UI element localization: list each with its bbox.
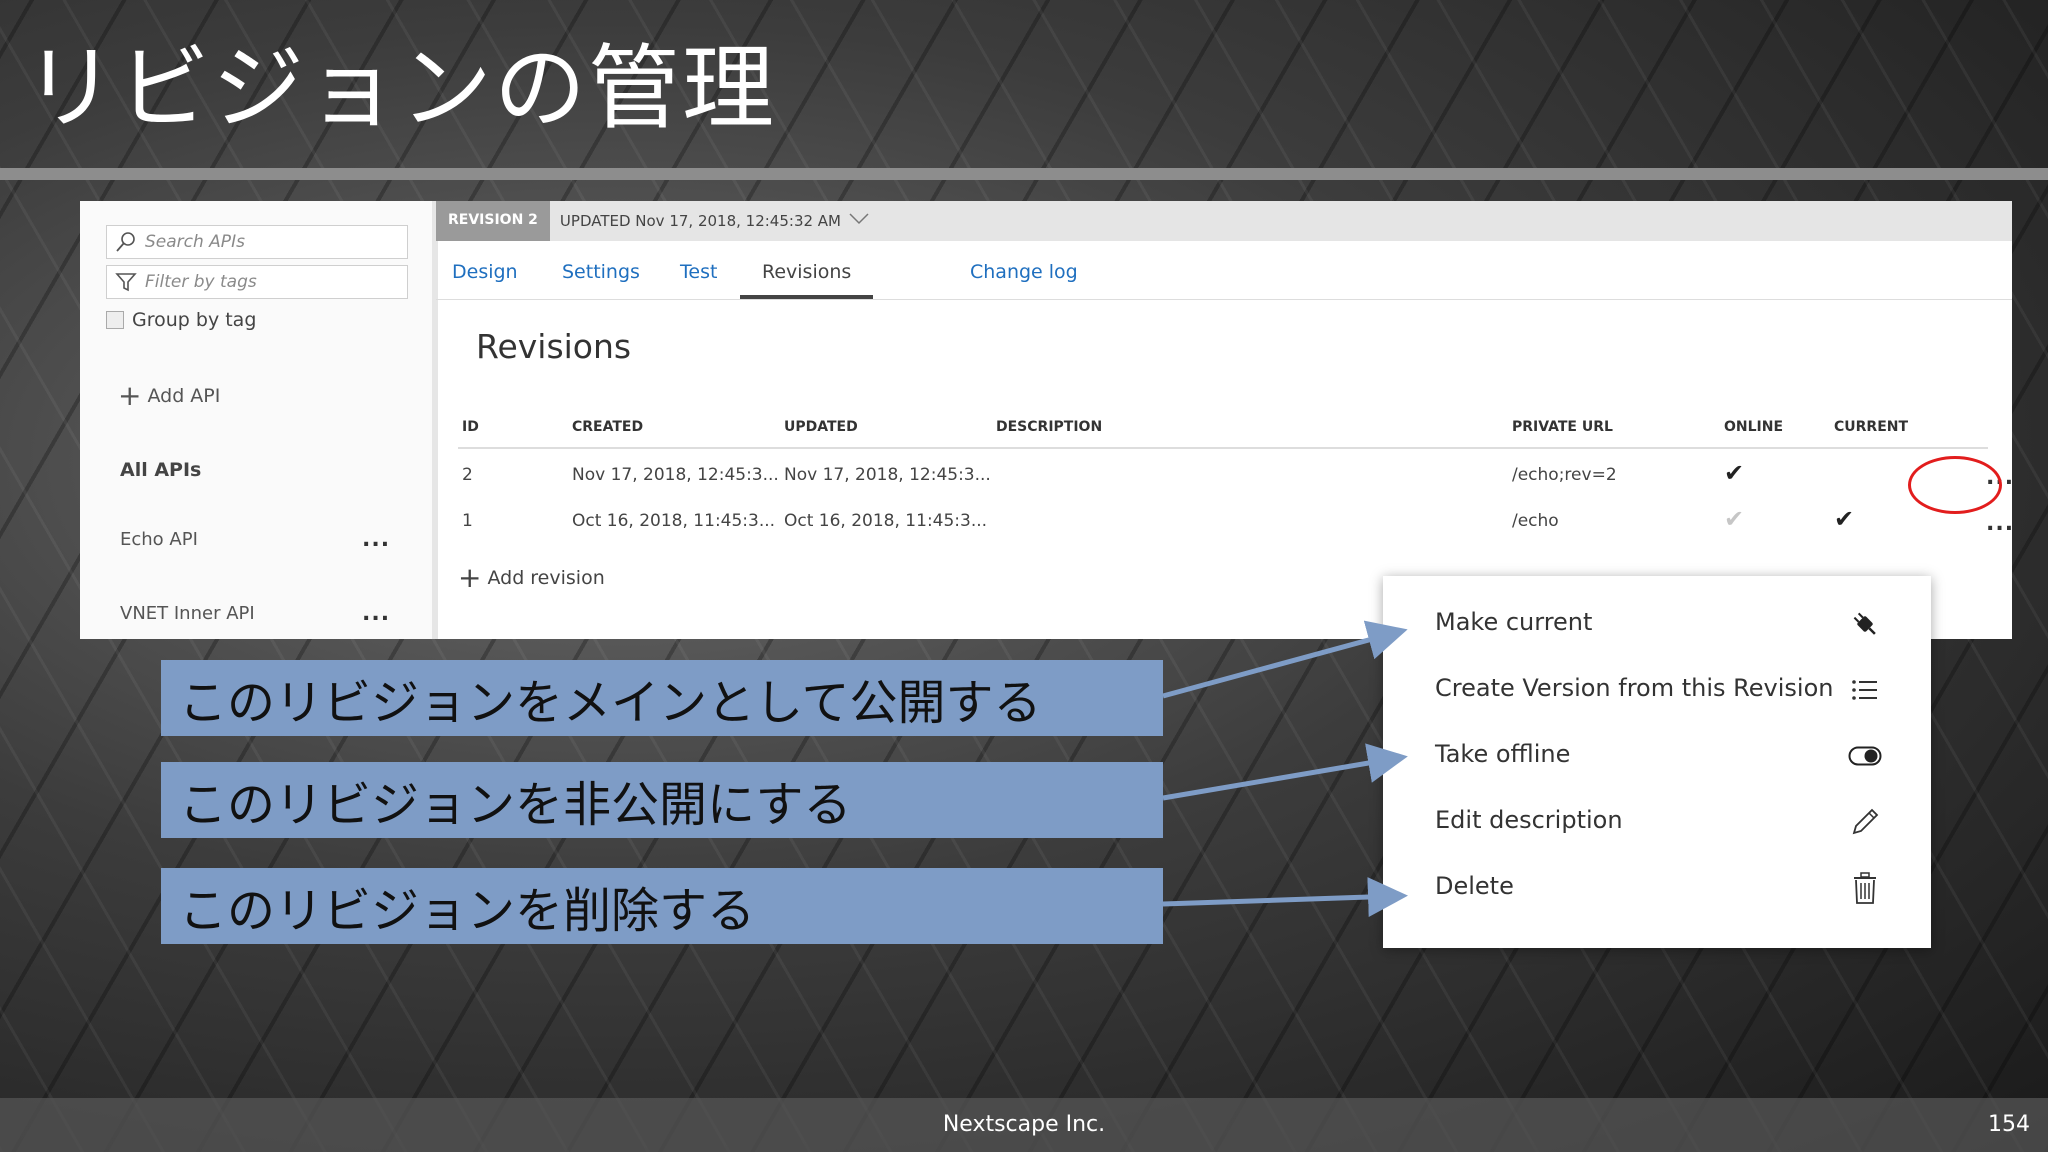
- menu-item-label: Take offline: [1435, 740, 1571, 768]
- row-2-id: 2: [462, 465, 473, 485]
- column-header-id: ID: [462, 419, 479, 435]
- column-header-online: ONLINE: [1724, 419, 1784, 435]
- column-header-current: CURRENT: [1834, 419, 1909, 435]
- footer-company: Nextscape Inc.: [942, 1112, 1106, 1137]
- menu-item-take-offline[interactable]: Take offline: [1383, 722, 1931, 788]
- api-sidebar: Search APIs Filter by tags Group by tag …: [80, 201, 438, 639]
- tab-design[interactable]: Design: [452, 251, 518, 293]
- row-1-more-button[interactable]: ...: [1986, 511, 2012, 536]
- main-panel: REVISION 2 UPDATED Nov 17, 2018, 12:45:3…: [436, 201, 2012, 639]
- chevron-down-icon[interactable]: [849, 213, 869, 229]
- tab-test[interactable]: Test: [680, 251, 717, 293]
- all-apis-heading[interactable]: All APIs: [120, 459, 201, 481]
- filter-icon: [115, 271, 141, 293]
- revision-context-menu: Make current Create Version from this Re…: [1383, 576, 1931, 948]
- filter-tags-placeholder: Filter by tags: [145, 272, 257, 292]
- revision-badge: REVISION 2: [436, 201, 550, 241]
- tab-settings[interactable]: Settings: [562, 251, 640, 293]
- tab-bar: Design Settings Test Revisions Change lo…: [436, 251, 2012, 300]
- tab-change-log[interactable]: Change log: [970, 251, 1078, 293]
- slide-footer: Nextscape Inc. 154: [0, 1098, 2048, 1152]
- pencil-icon: [1847, 804, 1883, 840]
- title-divider: [0, 168, 2048, 180]
- echo-api-more-button[interactable]: ...: [362, 527, 390, 552]
- checkbox-box[interactable]: [106, 311, 124, 329]
- plus-icon: +: [458, 561, 482, 594]
- row-2-online-check-icon: ✔: [1724, 459, 1745, 487]
- trash-icon: [1847, 870, 1883, 906]
- table-divider: [458, 447, 1988, 449]
- search-apis-placeholder: Search APIs: [145, 232, 245, 252]
- menu-item-label: Make current: [1435, 608, 1593, 636]
- group-by-tag-label: Group by tag: [132, 309, 257, 331]
- callout-make-current: このリビジョンをメインとして公開する: [161, 660, 1163, 736]
- page-number: 154: [1988, 1112, 2030, 1137]
- menu-item-edit-description[interactable]: Edit description: [1383, 788, 1931, 854]
- column-header-created: CREATED: [572, 419, 644, 435]
- callout-delete: このリビジョンを削除する: [161, 868, 1163, 944]
- arrow-to-make-current: [1162, 620, 1408, 699]
- plus-icon: +: [118, 379, 142, 412]
- row-1-updated: Oct 16, 2018, 11:45:3...: [784, 511, 988, 531]
- menu-item-label: Delete: [1435, 872, 1514, 900]
- callout-text: このリビジョンを非公開にする: [179, 777, 852, 833]
- row-2-private-url: /echo;rev=2: [1512, 465, 1617, 485]
- menu-item-label: Edit description: [1435, 806, 1623, 834]
- callout-take-offline: このリビジョンを非公開にする: [161, 762, 1163, 838]
- add-api-label: Add API: [147, 384, 221, 407]
- search-apis-input[interactable]: Search APIs: [106, 225, 408, 259]
- vnet-api-more-button[interactable]: ...: [362, 601, 390, 626]
- column-header-updated: UPDATED: [784, 419, 858, 435]
- column-header-description: DESCRIPTION: [996, 419, 1103, 435]
- add-api-button[interactable]: + Add API: [118, 379, 220, 412]
- row-1-online-check-icon: ✔: [1724, 505, 1745, 533]
- filter-tags-input[interactable]: Filter by tags: [106, 265, 408, 299]
- plug-icon: [1847, 606, 1883, 642]
- menu-item-label: Create Version from this Revision: [1435, 674, 1834, 702]
- column-header-private-url: PRIVATE URL: [1512, 419, 1613, 435]
- add-revision-label: Add revision: [487, 566, 605, 589]
- menu-item-create-version[interactable]: Create Version from this Revision: [1383, 656, 1931, 722]
- toggle-icon: [1847, 738, 1883, 774]
- menu-item-make-current[interactable]: Make current: [1383, 590, 1931, 656]
- list-icon: [1847, 672, 1883, 708]
- menu-item-delete[interactable]: Delete: [1383, 854, 1931, 920]
- highlight-circle: [1908, 456, 2002, 514]
- revisions-heading: Revisions: [476, 327, 632, 366]
- sidebar-item-vnet-inner-api[interactable]: VNET Inner API: [120, 603, 255, 624]
- row-1-current-check-icon: ✔: [1834, 505, 1855, 533]
- search-icon: [115, 231, 141, 253]
- arrow-to-delete: [1162, 877, 1408, 918]
- row-2-updated: Nov 17, 2018, 12:45:3...: [784, 465, 991, 485]
- row-1-private-url: /echo: [1512, 511, 1559, 531]
- revision-bar[interactable]: REVISION 2 UPDATED Nov 17, 2018, 12:45:3…: [436, 201, 2012, 241]
- row-2-created: Nov 17, 2018, 12:45:3...: [572, 465, 779, 485]
- slide-title: リビジョンの管理: [24, 35, 777, 142]
- callout-text: このリビジョンを削除する: [179, 883, 756, 939]
- group-by-tag-checkbox[interactable]: Group by tag: [106, 309, 256, 331]
- tab-revisions[interactable]: Revisions: [740, 251, 874, 299]
- arrow-to-take-offline: [1162, 743, 1408, 801]
- add-revision-button[interactable]: + Add revision: [458, 561, 605, 594]
- revision-updated-text: UPDATED Nov 17, 2018, 12:45:32 AM: [559, 212, 842, 230]
- row-1-id: 1: [462, 511, 473, 531]
- row-1-created: Oct 16, 2018, 11:45:3...: [572, 511, 776, 531]
- sidebar-item-echo-api[interactable]: Echo API: [120, 529, 198, 550]
- portal-screenshot: Search APIs Filter by tags Group by tag …: [80, 201, 2012, 639]
- callout-text: このリビジョンをメインとして公開する: [179, 675, 1042, 731]
